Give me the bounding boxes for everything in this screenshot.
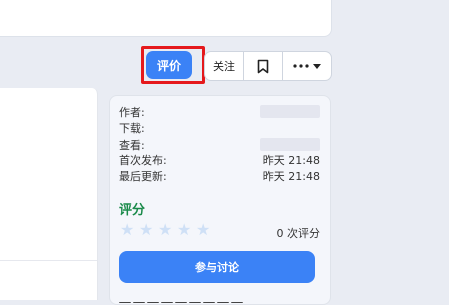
last-updated-value: 昨天 21:48 xyxy=(262,170,320,183)
join-discussion-button[interactable]: 参与讨论 xyxy=(119,251,315,283)
star-icon[interactable]: ★ xyxy=(158,222,173,238)
author-label: 作者: xyxy=(119,106,145,119)
first-published-label: 首次发布: xyxy=(119,154,167,167)
star-icon[interactable]: ★ xyxy=(139,222,154,238)
first-published-row: 首次发布: 昨天 21:48 xyxy=(119,152,320,167)
star-icon[interactable]: ★ xyxy=(120,222,135,238)
first-published-value: 昨天 21:48 xyxy=(262,154,320,167)
action-button-group: 关注 xyxy=(204,51,332,81)
rating-count: 0 次评分 xyxy=(276,227,321,240)
chevron-down-icon xyxy=(313,63,321,69)
resource-info-card: 作者: 下载: 查看: 首次发布: 昨天 21:48 最后更新: 昨天 21:4… xyxy=(109,95,331,305)
more-dots-icon xyxy=(293,64,309,68)
star-icon[interactable]: ★ xyxy=(196,222,211,238)
bookmark-icon xyxy=(257,59,269,73)
author-value-redacted xyxy=(260,105,320,118)
author-row: 作者: xyxy=(119,104,320,119)
rating-title: 评分 xyxy=(119,203,146,218)
top-content-card xyxy=(0,0,332,37)
star-rating[interactable]: ★ ★ ★ ★ ★ xyxy=(120,222,211,238)
rate-button[interactable]: 评价 xyxy=(146,51,192,79)
main-content-panel xyxy=(0,88,98,300)
downloads-row: 下载: xyxy=(119,120,320,135)
star-icon[interactable]: ★ xyxy=(177,222,192,238)
downloads-label: 下载: xyxy=(119,122,145,135)
last-updated-row: 最后更新: 昨天 21:48 xyxy=(119,168,320,183)
views-label: 查看: xyxy=(119,139,145,152)
follow-button[interactable]: 关注 xyxy=(205,52,244,80)
content-divider xyxy=(0,260,97,261)
more-button[interactable] xyxy=(283,52,331,80)
bookmark-button[interactable] xyxy=(244,52,283,80)
views-value-redacted xyxy=(260,138,320,151)
last-updated-label: 最后更新: xyxy=(119,170,167,183)
cropped-text-line xyxy=(119,297,259,303)
views-row: 查看: xyxy=(119,137,320,152)
